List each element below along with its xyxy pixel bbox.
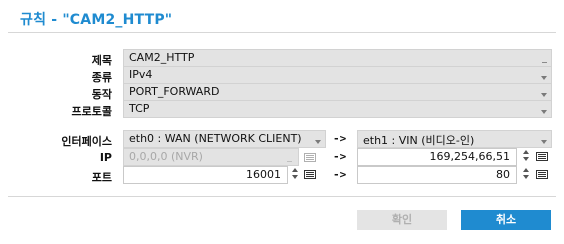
protocol-dropdown-value: TCP — [129, 102, 150, 115]
ip-destination-value: 169,254,66,51 — [429, 150, 510, 163]
interface-arrow: -> — [333, 132, 347, 145]
type-label: 종류 — [91, 71, 112, 84]
stepper-up-icon[interactable] — [292, 168, 298, 172]
action-label: 동작 — [91, 88, 112, 101]
stepper-up-icon[interactable] — [523, 168, 529, 172]
port-source-stepper[interactable] — [291, 167, 299, 181]
name-field[interactable]: CAM2_HTTP — [123, 49, 552, 67]
dialog-title: 규칙 - "CAM2_HTTP" — [20, 12, 173, 28]
type-dropdown-value: IPv4 — [129, 68, 153, 81]
interface-label: 인터페이스 — [61, 135, 112, 148]
port-destination-value: 80 — [496, 168, 510, 181]
keyboard-icon[interactable] — [304, 170, 316, 179]
port-destination-input[interactable]: 80 — [357, 166, 517, 184]
stepper-up-icon[interactable] — [523, 150, 529, 154]
chevron-down-icon — [541, 110, 547, 114]
dialog-header: 규칙 - "CAM2_HTTP" — [0, 0, 564, 32]
ok-button[interactable]: 확인 — [357, 210, 447, 230]
ip-destination-input[interactable]: 169,254,66,51 — [357, 148, 517, 166]
ip-source-value: 0,0,0,0 (NVR) — [129, 150, 203, 163]
stepper-down-icon[interactable] — [523, 175, 529, 179]
cancel-button[interactable]: 취소 — [461, 210, 551, 230]
ip-destination-stepper[interactable] — [522, 149, 530, 163]
stepper-down-icon[interactable] — [523, 157, 529, 161]
name-field-value: CAM2_HTTP — [129, 51, 195, 64]
ip-source-input: 0,0,0,0 (NVR) — [123, 148, 299, 166]
header-divider — [8, 32, 556, 33]
port-label: 포트 — [91, 171, 112, 184]
interface-destination-dropdown[interactable]: eth1 : VIN (비디오-인) — [357, 130, 552, 148]
footer-divider — [8, 196, 556, 197]
chevron-down-icon — [315, 140, 321, 144]
action-dropdown[interactable]: PORT_FORWARD — [123, 83, 552, 101]
keyboard-icon[interactable] — [536, 152, 548, 161]
keyboard-icon[interactable] — [536, 170, 548, 179]
type-dropdown[interactable]: IPv4 — [123, 66, 552, 84]
interface-source-value: eth0 : WAN (NETWORK CLIENT) — [129, 132, 302, 145]
ip-label: IP — [99, 151, 112, 164]
chevron-down-icon — [541, 76, 547, 80]
ip-arrow: -> — [333, 150, 347, 163]
port-arrow: -> — [333, 168, 347, 181]
keyboard-icon — [304, 153, 316, 162]
action-dropdown-value: PORT_FORWARD — [129, 85, 220, 98]
chevron-down-icon — [541, 140, 547, 144]
field-underline-mark — [287, 161, 292, 162]
protocol-dropdown[interactable]: TCP — [123, 100, 552, 118]
interface-destination-value: eth1 : VIN (비디오-인) — [363, 134, 475, 147]
field-underline-mark — [542, 62, 547, 63]
protocol-label: 프로토콜 — [71, 105, 112, 118]
stepper-down-icon[interactable] — [292, 175, 298, 179]
chevron-down-icon — [541, 93, 547, 97]
interface-source-dropdown[interactable]: eth0 : WAN (NETWORK CLIENT) — [123, 130, 326, 148]
port-source-input[interactable]: 16001 — [123, 166, 288, 184]
port-source-value: 16001 — [246, 168, 281, 181]
name-label: 제목 — [91, 54, 112, 67]
port-destination-stepper[interactable] — [522, 167, 530, 181]
